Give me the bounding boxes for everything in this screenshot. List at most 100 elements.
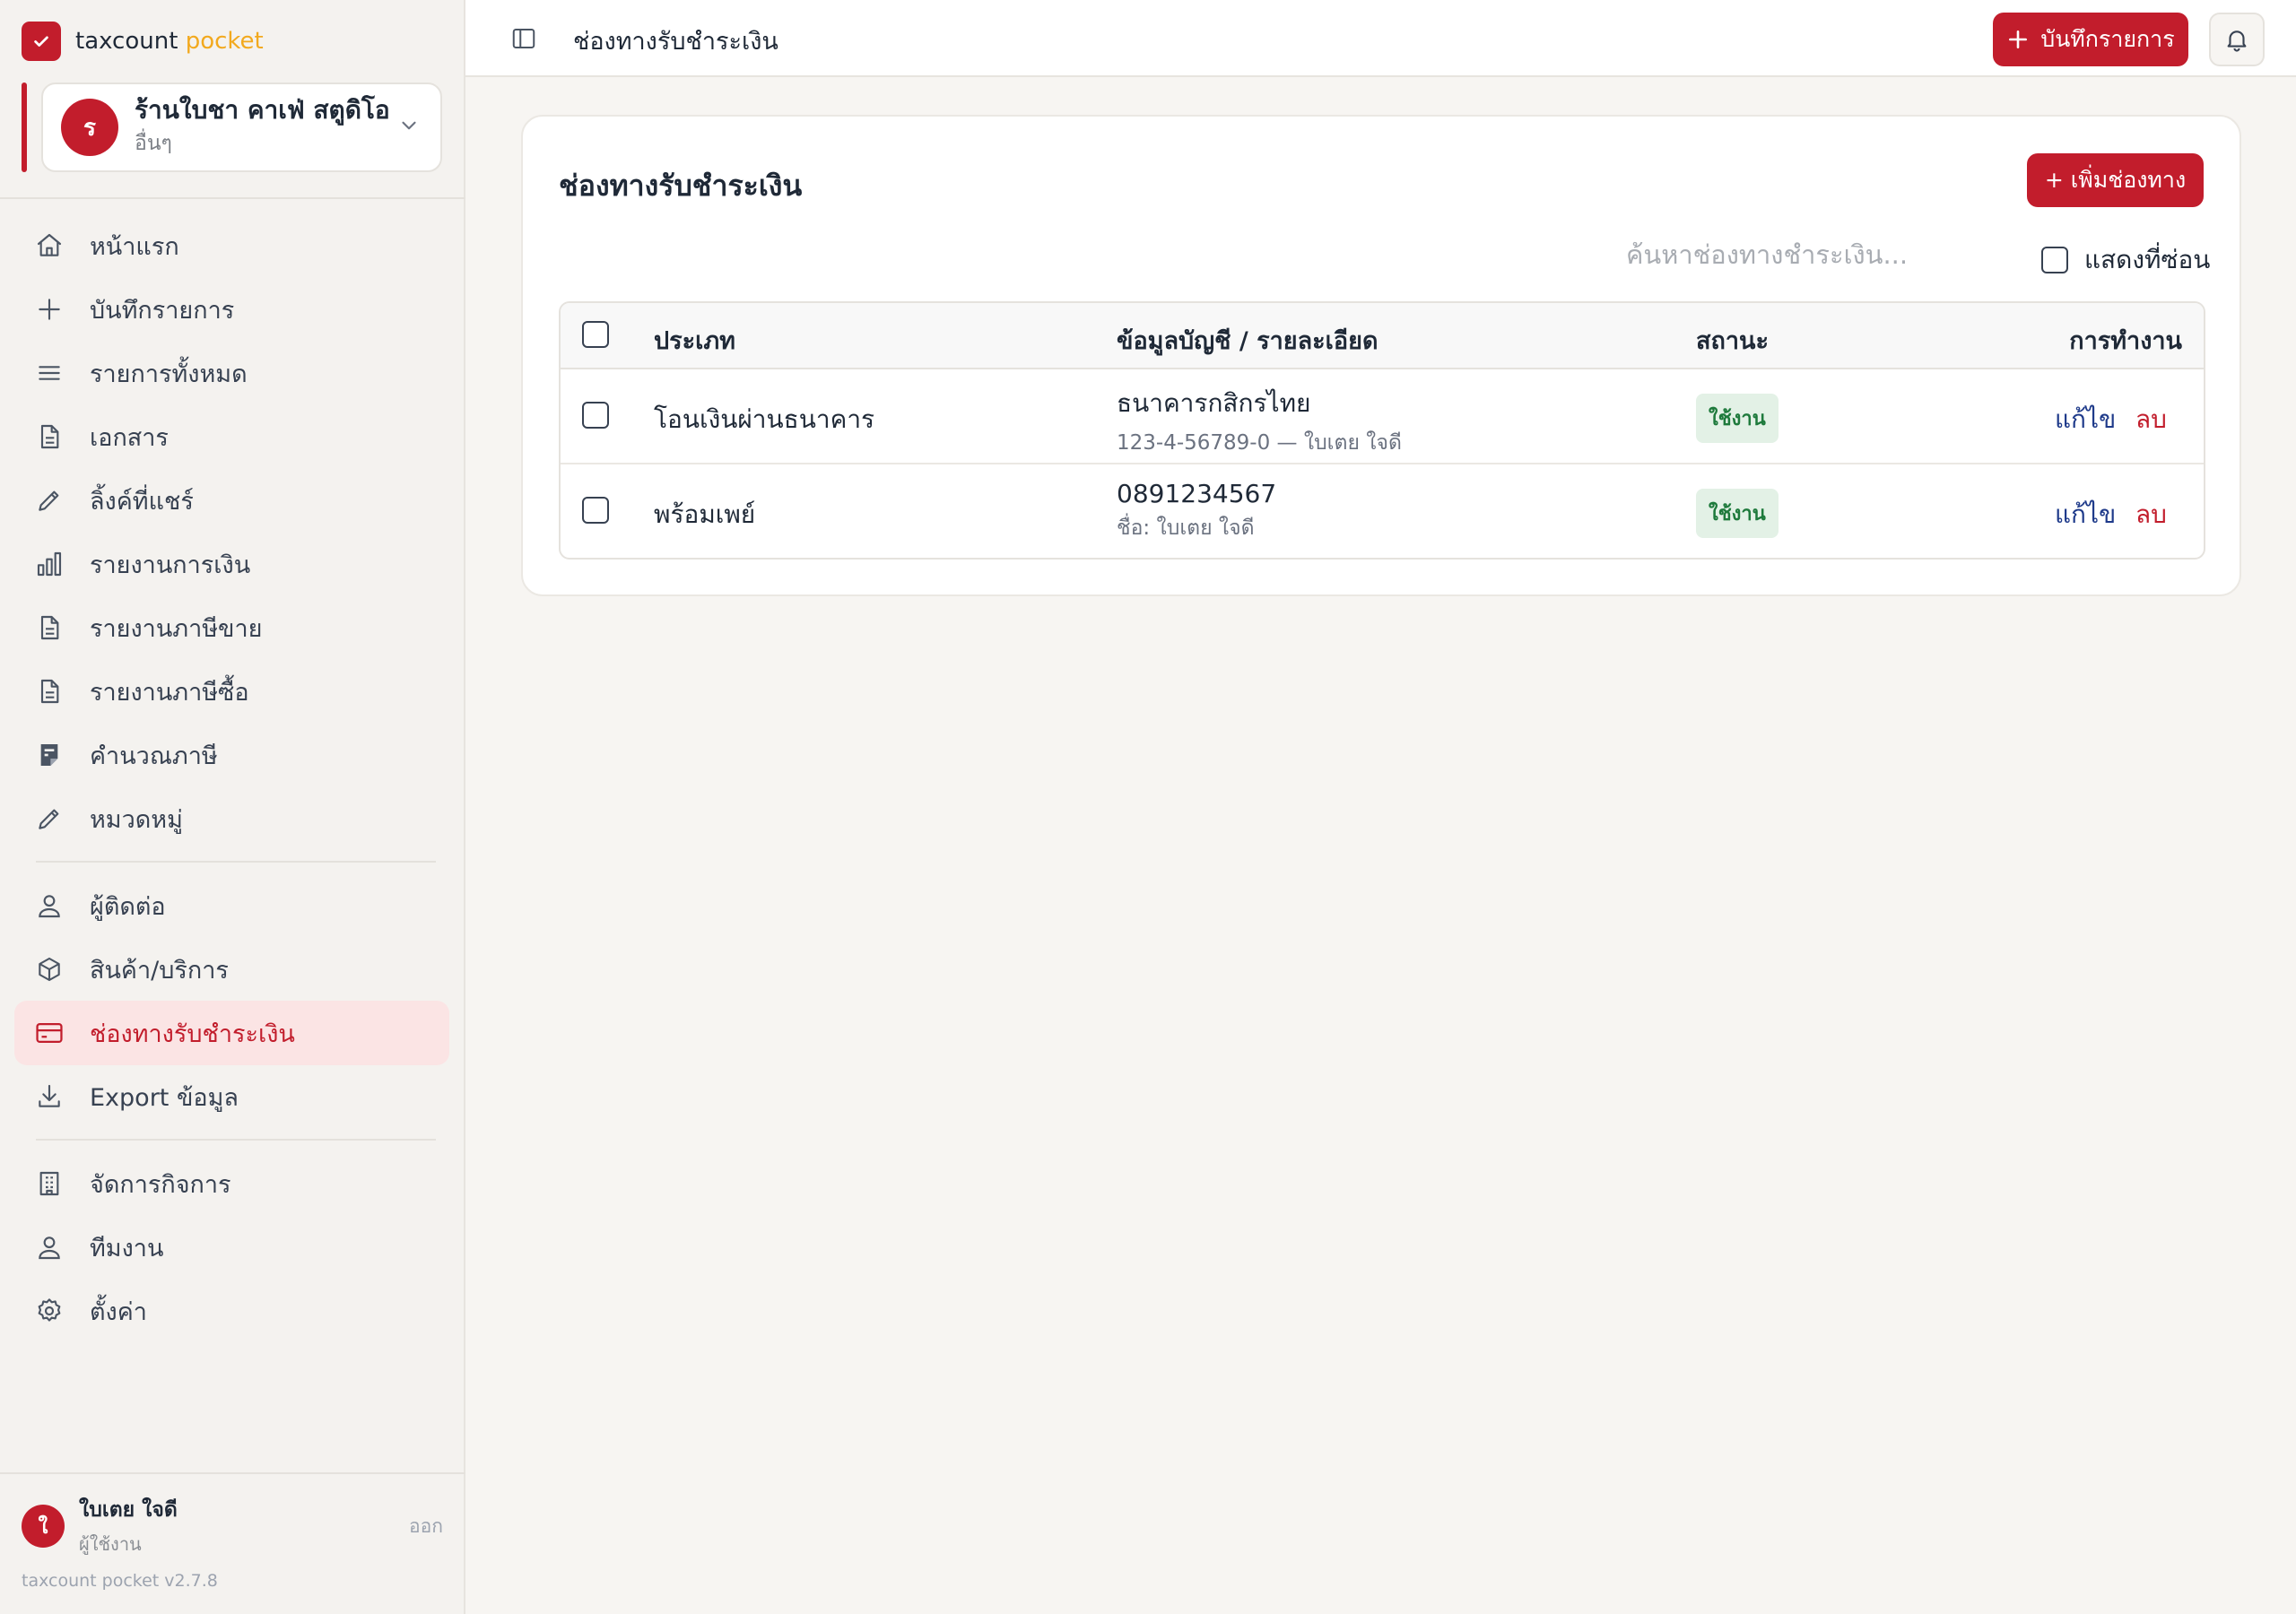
sidebar-item-label: รายงานภาษีซื้อ <box>90 678 249 707</box>
table-row: โอนเงินผ่านธนาคาร ธนาคารกสิกรไทย 123-4-5… <box>561 369 2204 464</box>
sidebar-item-sales-tax-report[interactable]: รายงานภาษีขาย <box>14 595 449 660</box>
logout-button[interactable]: ออก <box>409 1512 443 1541</box>
header-status: สถานะ <box>1696 327 1769 355</box>
sidebar-item-shared-links[interactable]: ลิ้งค์ที่แชร์ <box>14 468 449 533</box>
row-account-detail: 123-4-56789-0 — ใบเตย ใจดี <box>1117 431 1402 455</box>
brand-name-accent: pocket <box>185 28 264 55</box>
user-icon <box>34 1232 65 1263</box>
sidebar-panel-icon <box>512 29 535 48</box>
payment-channels-table: ประเภท ข้อมูลบัญชี / รายละเอียด สถานะ กา… <box>559 301 2205 560</box>
sidebar-item-label: ทีมงาน <box>90 1234 164 1263</box>
sidebar-item-label: ตั้งค่า <box>90 1297 147 1326</box>
sidebar-item-label: บันทึกรายการ <box>90 296 235 325</box>
user-role: ผู้ใช้งาน <box>79 1533 142 1555</box>
edit-button[interactable]: แก้ไข <box>2055 495 2116 534</box>
sidebar-item-label: รายการทั้งหมด <box>90 360 248 388</box>
workspace-type: อื่นๆ <box>135 131 172 155</box>
document-icon <box>34 421 65 452</box>
sidebar-item-export[interactable]: Export ข้อมูล <box>14 1064 449 1129</box>
app-version: taxcount pocket v2.7.8 <box>22 1571 218 1591</box>
credit-card-icon <box>34 1018 65 1048</box>
download-icon <box>34 1081 65 1112</box>
sidebar-divider <box>0 1472 465 1474</box>
sidebar-item-label: คำนวณภาษี <box>90 742 218 770</box>
status-badge: ใช้งาน <box>1696 489 1779 538</box>
record-transaction-button[interactable]: บันทึกรายการ <box>1993 13 2188 66</box>
sidebar-item-all-transactions[interactable]: รายการทั้งหมด <box>14 341 449 405</box>
delete-button[interactable]: ลบ <box>2135 400 2167 439</box>
status-badge: ใช้งาน <box>1696 394 1779 443</box>
sidebar-item-products[interactable]: สินค้า/บริการ <box>14 937 449 1002</box>
row-account-detail: ชื่อ: ใบเตย ใจดี <box>1117 516 1255 540</box>
sidebar-item-financial-report[interactable]: รายงานการเงิน <box>14 532 449 596</box>
sidebar-item-label: จัดการกิจการ <box>90 1170 231 1199</box>
document-icon <box>34 676 65 707</box>
sidebar-item-label: ลิ้งค์ที่แชร์ <box>90 487 194 516</box>
header-type: ประเภท <box>654 327 735 355</box>
row-checkbox[interactable] <box>582 497 609 524</box>
brand-name-primary: taxcount <box>75 28 178 55</box>
sidebar-item-categories[interactable]: หมวดหมู่ <box>14 786 449 851</box>
sidebar-divider <box>36 1139 436 1141</box>
pencil-icon <box>34 803 65 834</box>
sidebar-item-purchase-tax-report[interactable]: รายงานภาษีซื้อ <box>14 659 449 724</box>
sidebar-item-settings[interactable]: ตั้งค่า <box>14 1279 449 1343</box>
show-hidden-toggle[interactable]: แสดงที่ซ่อน <box>2041 240 2210 280</box>
check-icon <box>22 22 61 61</box>
sidebar-item-label: ช่องทางรับชำระเงิน <box>90 1020 295 1048</box>
sidebar-item-label: หน้าแรก <box>90 232 179 261</box>
calculator-icon <box>34 740 65 770</box>
sidebar-item-label: หมวดหมู่ <box>90 805 183 834</box>
delete-button[interactable]: ลบ <box>2135 495 2167 534</box>
sidebar-item-contacts[interactable]: ผู้ติดต่อ <box>14 873 449 938</box>
user-profile: ใ ใบเตย ใจดี ผู้ใช้งาน ออก <box>22 1498 443 1555</box>
workspace-name: ร้านใบชา คาเฟ่ สตูดิโอ <box>135 95 390 126</box>
sidebar-item-business[interactable]: จัดการกิจการ <box>14 1151 449 1216</box>
header-details: ข้อมูลบัญชี / รายละเอียด <box>1117 327 1378 355</box>
sidebar-toggle-button[interactable] <box>509 23 539 54</box>
row-type: พร้อมเพย์ <box>654 499 756 529</box>
building-icon <box>34 1168 65 1199</box>
add-channel-button[interactable]: + เพิ่มช่องทาง <box>2027 153 2204 207</box>
user-name: ใบเตย ใจดี <box>79 1498 178 1522</box>
sidebar-item-record[interactable]: บันทึกรายการ <box>14 277 449 342</box>
sidebar-item-documents[interactable]: เอกสาร <box>14 404 449 469</box>
table-header-row: ประเภท ข้อมูลบัญชี / รายละเอียด สถานะ กา… <box>561 303 2204 369</box>
box-icon <box>34 954 65 985</box>
page-breadcrumb: ช่องทางรับชำระเงิน <box>573 28 778 56</box>
notifications-button[interactable] <box>2209 13 2265 66</box>
row-account-name: 0891234567 <box>1117 479 1277 508</box>
plus-icon <box>2009 30 2028 48</box>
bar-chart-icon <box>34 549 65 579</box>
show-hidden-label: แสดงที่ซ่อน <box>2084 245 2211 274</box>
payment-channels-card: ช่องทางรับชำระเงิน + เพิ่มช่องทาง แสดงที… <box>521 115 2241 596</box>
record-transaction-label: บันทึกรายการ <box>2040 26 2175 52</box>
sidebar-item-tax-calc[interactable]: คำนวณภาษี <box>14 723 449 787</box>
document-icon <box>34 612 65 643</box>
select-all-checkbox[interactable] <box>582 321 609 348</box>
workspace-switcher[interactable]: ร ร้านใบชา คาเฟ่ สตูดิโอ อื่นๆ <box>41 82 442 172</box>
brand-logo[interactable]: taxcount pocket <box>22 22 264 61</box>
row-type: โอนเงินผ่านธนาคาร <box>654 404 875 434</box>
edit-button[interactable]: แก้ไข <box>2055 400 2116 439</box>
page-title: ช่องทางรับชำระเงิน <box>559 169 803 203</box>
topbar: ช่องทางรับชำระเงิน บันทึกรายการ <box>465 0 2296 77</box>
row-checkbox[interactable] <box>582 402 609 429</box>
user-icon <box>34 890 65 921</box>
show-hidden-checkbox[interactable] <box>2041 247 2068 273</box>
avatar: ใ <box>22 1505 65 1548</box>
workspace-avatar: ร <box>61 99 118 156</box>
search-input[interactable] <box>1626 230 1940 280</box>
sidebar-item-home[interactable]: หน้าแรก <box>14 213 449 278</box>
plus-icon <box>34 294 65 325</box>
home-icon <box>34 230 65 261</box>
sidebar-item-team[interactable]: ทีมงาน <box>14 1215 449 1280</box>
sidebar-divider <box>36 861 436 863</box>
sidebar-item-label: เอกสาร <box>90 423 169 452</box>
sidebar-item-label: ผู้ติดต่อ <box>90 892 166 921</box>
workspace-indicator <box>22 82 27 172</box>
table-row: พร้อมเพย์ 0891234567 ชื่อ: ใบเตย ใจดี ใช… <box>561 464 2204 558</box>
sidebar-item-label: สินค้า/บริการ <box>90 956 229 985</box>
sidebar-item-label: Export ข้อมูล <box>90 1083 239 1112</box>
sidebar-item-payment-channels[interactable]: ช่องทางรับชำระเงิน <box>14 1001 449 1065</box>
